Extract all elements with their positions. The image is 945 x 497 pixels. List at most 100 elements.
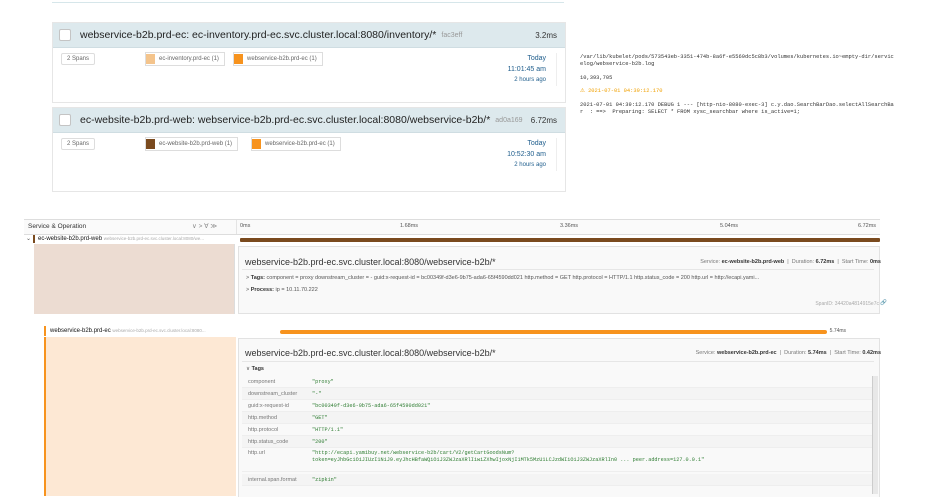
span-row-label[interactable]: webservice-b2b.prd-ec webservice-b2b.prd… <box>50 328 206 334</box>
meta-label: Duration: <box>791 259 815 265</box>
span1-gutter <box>34 244 235 314</box>
service-tag-label: ec-inventory.prd-ec (1) <box>159 56 219 62</box>
tag-row: guid:x-request-id "bc00349f-d3e6-9b75-ada… <box>242 400 874 412</box>
tag-row: internal.span.format "zipkin" <box>242 474 874 486</box>
tags-text: component = proxy downstream_cluster = -… <box>266 275 760 281</box>
service-color-swatch <box>252 139 261 149</box>
tick-label: 0ms <box>240 223 251 229</box>
span-count-badge: 2 Spans <box>61 138 96 150</box>
span-detail-meta: Service: ec-website-b2b.prd-web | Durati… <box>700 259 881 265</box>
select-checkbox[interactable] <box>59 114 71 126</box>
trace-title[interactable]: webservice-b2b.prd-ec: ec-inventory.prd-… <box>80 29 436 41</box>
tag-value: "HTTP/1.1" <box>312 426 344 433</box>
log-message: r : ==> Preparing: SELECT * FROM xysc_se… <box>580 109 800 115</box>
meta-label: Start Time: <box>841 259 869 265</box>
tag-row: http.status_code "200" <box>242 436 874 448</box>
tags-header[interactable]: ∨ Tags <box>246 366 264 372</box>
service-tag[interactable]: webservice-b2b.prd-ec (1) <box>251 137 341 151</box>
span-detail-title: webservice-b2b.prd-ec.svc.cluster.local:… <box>245 348 496 358</box>
scrollbar[interactable] <box>872 376 878 494</box>
tick-label: 6.72ms <box>858 223 877 229</box>
trace-timestamp: Today 11:01:45 am 2 hours ago <box>508 53 557 86</box>
span-row-1[interactable]: ⌄ ec-website-b2b.prd-web webservice-b2b.… <box>24 234 880 244</box>
tag-key: http.protocol <box>248 426 279 433</box>
collapse-controls[interactable]: ∨ > ∀ ≫ <box>192 222 217 230</box>
span-operation-name: webservice-b2b.prd-ec.svc.cluster.local:… <box>103 236 204 241</box>
tags-summary[interactable]: > Tags: component = proxy downstream_clu… <box>246 275 874 281</box>
link-icon[interactable]: 🔗 <box>880 300 887 306</box>
span-bar[interactable] <box>280 330 827 334</box>
tag-value: "zipkin" <box>312 476 337 483</box>
service-color-swatch <box>146 139 155 149</box>
service-tag[interactable]: webservice-b2b.prd-ec (1) <box>233 52 323 66</box>
tag-value-part: "http://ecapi.yamibuy.net/webservice-b2b… <box>312 450 515 456</box>
log-path: elog/webservice-b2b.log <box>580 61 655 67</box>
log-warning: ⚠ 2021-07-01 04:39:12.170 <box>580 88 663 94</box>
trace-date: Today <box>527 55 546 62</box>
meta-service: ec-website-b2b.prd-web <box>721 259 785 265</box>
service-color-marker <box>33 235 35 243</box>
tag-row: component "proxy" <box>242 376 874 388</box>
process-summary[interactable]: > Process: ip = 10.11.70.222 <box>246 287 318 293</box>
span2-gutter <box>44 337 236 496</box>
service-tag-label: webservice-b2b.prd-ec (1) <box>247 56 317 62</box>
service-tag[interactable]: ec-website-b2b.prd-web (1) <box>145 137 239 151</box>
service-operation-label: Service & Operation <box>28 223 87 230</box>
trace-ago: 2 hours ago <box>514 77 546 83</box>
select-checkbox[interactable] <box>59 29 71 41</box>
trace-card-header[interactable]: ec-website-b2b.prd-web: webservice-b2b.p… <box>53 108 565 133</box>
service-color-swatch <box>234 54 243 64</box>
tag-key: http.url <box>248 450 265 456</box>
tag-key: guid:x-request-id <box>248 402 289 409</box>
service-color-swatch <box>146 54 155 64</box>
tag-row: http.url "http://ecapi.yamibuy.net/webser… <box>242 448 874 472</box>
tag-key: internal.span.format <box>248 476 297 483</box>
tag-key: http.method <box>248 414 278 421</box>
trace-title[interactable]: ec-website-b2b.prd-web: webservice-b2b.p… <box>80 114 490 126</box>
meta-start-time: 0.42ms <box>862 350 881 356</box>
tag-row: http.protocol "HTTP/1.1" <box>242 424 874 436</box>
meta-duration: 6.72ms <box>815 259 835 265</box>
span-bar[interactable] <box>240 238 880 242</box>
tick-line <box>236 220 237 234</box>
tick-label: 5.04ms <box>720 223 739 229</box>
tag-key: http.status_code <box>248 438 289 445</box>
log-path: /var/lib/kubelet/pods/573543eb-3351-474b… <box>580 53 894 60</box>
span-detail-meta: Service: webservice-b2b.prd-ec | Duratio… <box>695 350 881 356</box>
trace-card-header[interactable]: webservice-b2b.prd-ec: ec-inventory.prd-… <box>53 23 565 48</box>
trace-ago: 2 hours ago <box>514 162 546 168</box>
chevron-down-icon[interactable]: ⌄ <box>26 235 31 242</box>
span-count-badge: 2 Spans <box>61 53 96 65</box>
process-text: ip = 10.11.70.222 <box>275 287 318 293</box>
trace-date: Today <box>527 140 546 147</box>
trace-duration: 6.72ms <box>530 115 557 125</box>
meta-duration: 5.74ms <box>808 350 827 356</box>
tag-value: "200" <box>312 438 328 445</box>
log-message: 2021-07-01 04:39:12.170 DEBUG 1 --- [htt… <box>580 101 894 108</box>
tag-value-part: token=eyJhbGciOiJIUzI1NiJ9.eyJhcHBfaWQiO… <box>312 457 705 463</box>
tags-label: Tags: <box>250 275 266 281</box>
span-detail-title: webservice-b2b.prd-ec.svc.cluster.local:… <box>245 257 496 267</box>
span-id: SpanID: 34420a4814915e7c <box>815 301 879 307</box>
divider <box>242 269 874 270</box>
tag-value: "proxy" <box>312 378 334 385</box>
span-row-label[interactable]: ec-website-b2b.prd-web webservice-b2b.pr… <box>38 236 204 242</box>
meta-service: webservice-b2b.prd-ec <box>717 350 777 356</box>
process-label: Process: <box>250 287 274 293</box>
service-tag-label: webservice-b2b.prd-ec (1) <box>265 141 335 147</box>
trace-card-2[interactable]: ec-website-b2b.prd-web: webservice-b2b.p… <box>52 107 566 192</box>
tag-value: "GET" <box>312 414 328 421</box>
trace-time: 11:01:45 am <box>507 66 546 73</box>
meta-start-time: 0ms <box>869 259 881 265</box>
divider <box>242 361 874 362</box>
meta-label: Service: <box>700 259 721 265</box>
span-service-name: ec-website-b2b.prd-web <box>38 236 103 242</box>
timeline-header: Service & Operation ∨ > ∀ ≫ 0ms 1.68ms 3… <box>24 219 880 235</box>
meta-label: Duration: <box>784 350 807 356</box>
span-row-2[interactable]: webservice-b2b.prd-ec webservice-b2b.prd… <box>24 326 880 336</box>
tag-row: downstream_cluster "-" <box>242 388 874 400</box>
trace-card-1[interactable]: webservice-b2b.prd-ec: ec-inventory.prd-… <box>52 22 566 103</box>
service-tag[interactable]: ec-inventory.prd-ec (1) <box>145 52 225 66</box>
service-color-marker <box>44 326 46 336</box>
span-service-name: webservice-b2b.prd-ec <box>50 328 111 334</box>
